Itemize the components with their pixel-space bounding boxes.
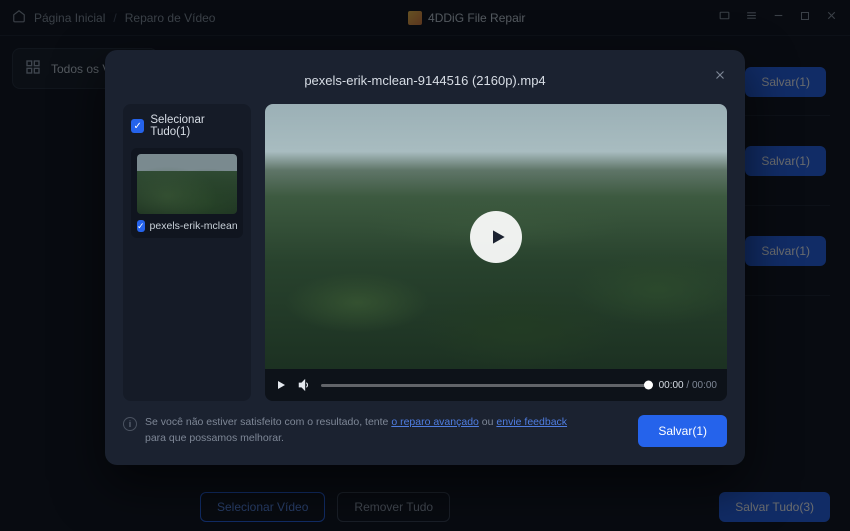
- thumbnail-panel: ✓ Selecionar Tudo(1) ✓ pexels-erik-mclea…: [123, 104, 251, 401]
- volume-icon[interactable]: [297, 378, 311, 392]
- play-icon[interactable]: [275, 379, 287, 391]
- video-area[interactable]: [265, 104, 727, 369]
- advanced-repair-link[interactable]: o reparo avançado: [391, 416, 479, 428]
- video-preview-panel: 00:00 / 00:00: [265, 104, 727, 401]
- time-total: 00:00: [692, 380, 717, 391]
- progress-bar[interactable]: [321, 384, 649, 387]
- time-display: 00:00 / 00:00: [659, 380, 717, 391]
- thumbnail-filename: pexels-erik-mclean…: [150, 220, 237, 232]
- video-controls: 00:00 / 00:00: [265, 369, 727, 401]
- modal-backdrop: pexels-erik-mclean-9144516 (2160p).mp4 ✓…: [0, 0, 850, 531]
- time-current: 00:00: [659, 380, 684, 391]
- preview-modal: pexels-erik-mclean-9144516 (2160p).mp4 ✓…: [105, 50, 745, 465]
- modal-close-button[interactable]: [713, 68, 727, 85]
- modal-title: pexels-erik-mclean-9144516 (2160p).mp4: [304, 73, 545, 88]
- modal-save-button[interactable]: Salvar(1): [638, 415, 727, 447]
- select-all-label: Selecionar Tudo(1): [150, 114, 243, 138]
- checkbox-checked-icon: ✓: [131, 119, 144, 133]
- hint-text: i Se você não estiver satisfeito com o r…: [123, 415, 567, 447]
- select-all-checkbox[interactable]: ✓ Selecionar Tudo(1): [131, 114, 243, 138]
- info-icon: i: [123, 417, 137, 431]
- send-feedback-link[interactable]: envie feedback: [496, 416, 567, 428]
- play-button-center[interactable]: [470, 211, 522, 263]
- checkbox-checked-icon[interactable]: ✓: [137, 220, 145, 232]
- thumbnail-item[interactable]: ✓ pexels-erik-mclean…: [131, 148, 243, 238]
- thumbnail-image: [137, 154, 237, 214]
